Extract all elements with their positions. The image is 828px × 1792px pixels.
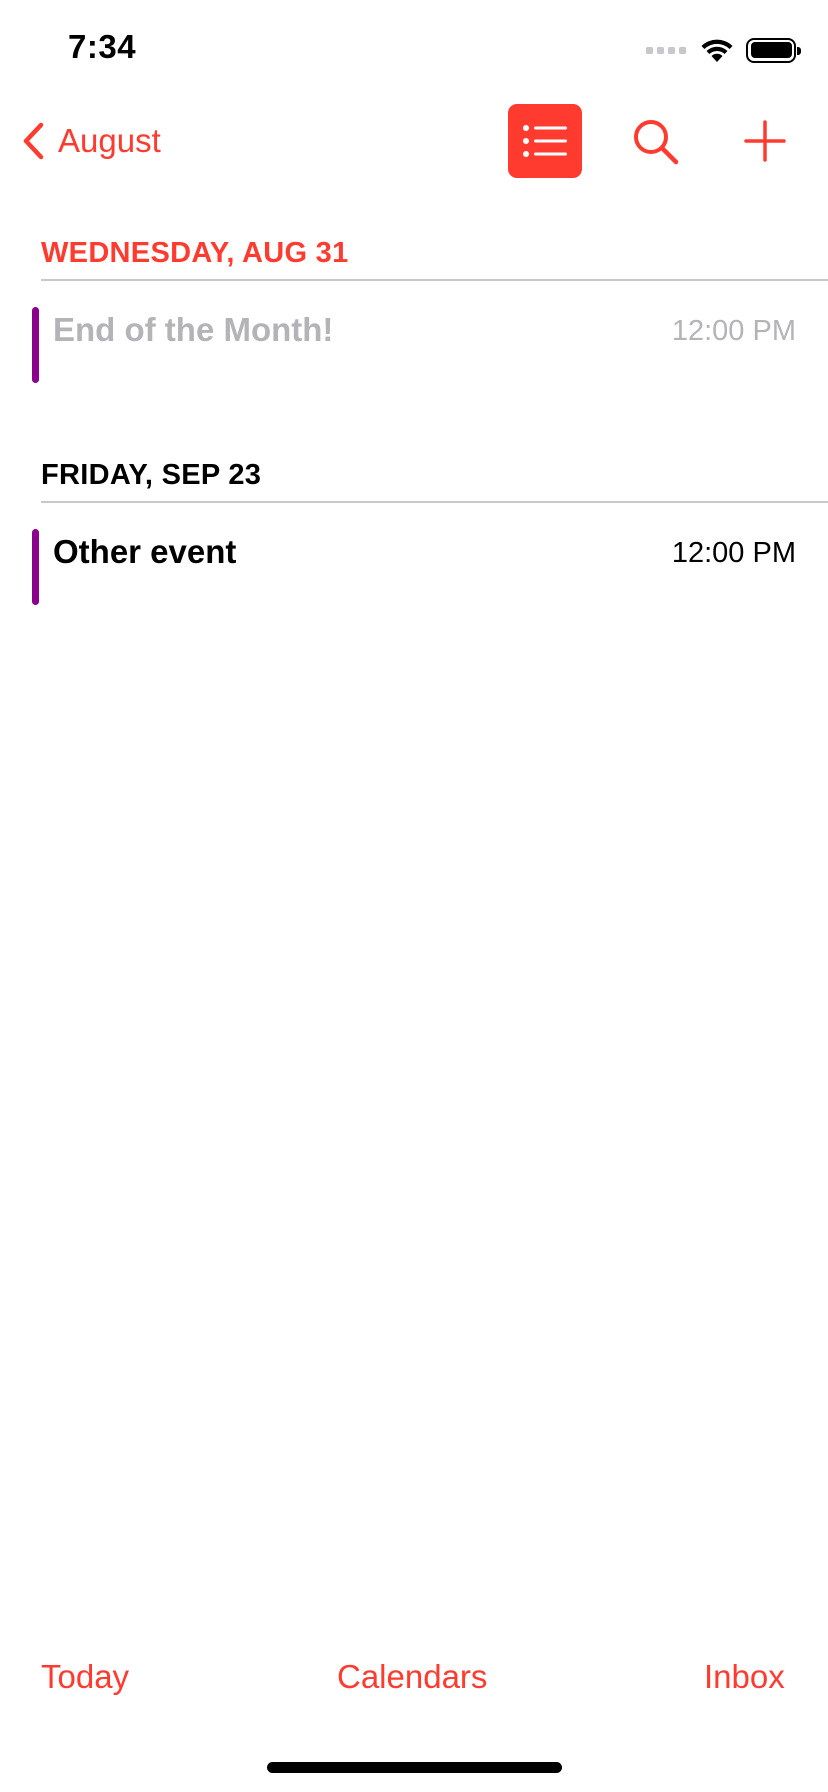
search-button[interactable] xyxy=(632,118,680,166)
battery-icon xyxy=(746,37,801,63)
status-indicators xyxy=(646,34,801,66)
cellular-signal-icon xyxy=(646,46,686,54)
status-time: 7:34 xyxy=(68,28,137,65)
day-header: FRIDAY, SEP 23 xyxy=(41,459,262,491)
plus-icon xyxy=(744,120,786,162)
tab-inbox[interactable]: Inbox xyxy=(704,1658,785,1696)
calendar-color-bar xyxy=(32,529,39,605)
event-title: End of the Month! xyxy=(53,311,334,348)
chevron-left-icon xyxy=(23,122,44,160)
event-time: 12:00 PM xyxy=(671,537,796,569)
calendar-list-screen: 7:34 August WEDNESDAY, AUG 31 End of the… xyxy=(0,0,828,1792)
event-row[interactable]: Other event 12:00 PM xyxy=(32,529,796,605)
divider xyxy=(41,501,828,503)
tab-today[interactable]: Today xyxy=(41,1658,129,1696)
list-icon xyxy=(523,125,567,157)
divider xyxy=(41,279,828,281)
calendar-color-bar xyxy=(32,307,39,383)
tab-calendars[interactable]: Calendars xyxy=(337,1658,487,1696)
event-time: 12:00 PM xyxy=(671,315,796,347)
add-event-button[interactable] xyxy=(742,118,788,164)
wifi-icon xyxy=(701,39,733,62)
back-button-label: August xyxy=(58,122,161,159)
day-header: WEDNESDAY, AUG 31 xyxy=(41,237,349,269)
home-indicator[interactable] xyxy=(267,1762,562,1773)
list-view-button[interactable] xyxy=(508,104,582,178)
search-icon xyxy=(634,120,679,165)
back-button[interactable]: August xyxy=(22,118,161,164)
event-title: Other event xyxy=(53,533,237,570)
event-row[interactable]: End of the Month! 12:00 PM xyxy=(32,307,796,383)
